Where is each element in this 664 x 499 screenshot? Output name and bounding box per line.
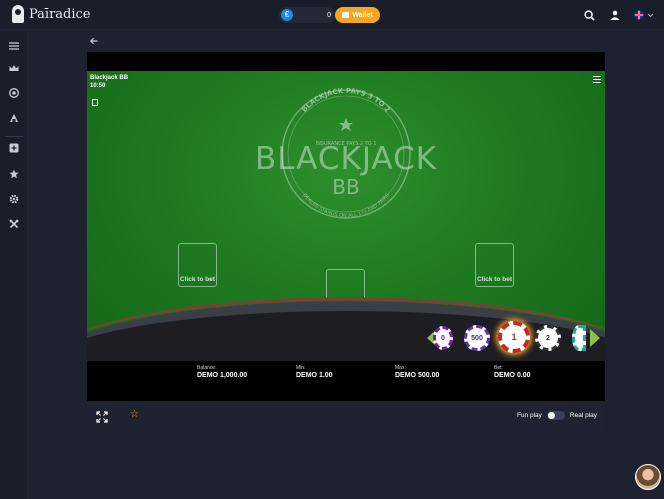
blackjack-table: Blackjack BB 10:50 BLACKJACK PAYS 3 TO 2…	[87, 71, 605, 361]
fullscreen-icon[interactable]	[96, 410, 108, 423]
wallet-button[interactable]: Wallet	[335, 7, 380, 23]
sidebar	[0, 31, 28, 499]
table-header: Blackjack BB 10:50	[90, 74, 128, 90]
bet-spot-label: Click to bet	[179, 276, 216, 283]
balance-amount: 0	[327, 11, 331, 19]
logo-mark	[12, 5, 24, 23]
sidebar-divider	[5, 136, 23, 137]
bet-spot-right[interactable]: Click to bet	[475, 243, 514, 287]
bet-info-bar: Balance: DEMO 1,000.00 Min: DEMO 1.00 Ma…	[87, 361, 605, 401]
chip-next-partial[interactable]	[572, 325, 586, 351]
chip-next-arrow-icon[interactable]	[590, 329, 600, 347]
star-icon[interactable]	[7, 167, 21, 181]
table-name: Blackjack BB	[90, 75, 129, 81]
user-icon[interactable]	[608, 8, 622, 22]
currency-coin-icon: €	[281, 9, 293, 21]
back-arrow-icon[interactable]	[88, 35, 100, 47]
gear-icon[interactable]	[7, 192, 21, 206]
game-menu-icon[interactable]	[593, 76, 601, 83]
search-icon[interactable]	[582, 8, 596, 22]
brand-name: Paīradice	[29, 6, 91, 22]
info-max: Max: DEMO 500.00	[395, 365, 440, 379]
fun-play-label: Fun play	[516, 412, 542, 419]
table-time: 10:50	[90, 83, 106, 89]
sports-icon[interactable]	[7, 111, 21, 125]
casino-chip-icon[interactable]	[7, 86, 21, 100]
bet-spot-label: Click to bet	[476, 276, 513, 283]
svg-text:BLACKJACK PAYS 3 TO 2: BLACKJACK PAYS 3 TO 2	[300, 87, 391, 114]
wallet-label: Wallet	[352, 11, 373, 19]
chip-0[interactable]: 0	[433, 326, 453, 350]
tools-icon[interactable]	[7, 217, 21, 231]
chip-selector: 0 500 1 2	[427, 321, 602, 357]
play-mode-switch[interactable]	[546, 411, 565, 420]
logo[interactable]: Paīradice	[12, 5, 91, 23]
info-bet: Bet: DEMO 0.00	[494, 365, 531, 379]
chip-500[interactable]: 500	[464, 325, 490, 351]
info-min: Min: DEMO 1.00	[296, 365, 333, 379]
game-footer: ☆ Fun play Real play	[87, 401, 605, 431]
menu-icon[interactable]	[7, 39, 21, 53]
top-bar: Paīradice € 0 Wallet	[0, 0, 664, 30]
game-frame: Blackjack BB 10:50 BLACKJACK PAYS 3 TO 2…	[87, 52, 605, 431]
balance-display[interactable]: € 0	[279, 7, 335, 23]
bet-spot-left[interactable]: Click to bet	[178, 243, 217, 287]
favorite-star-icon[interactable]: ☆	[130, 409, 139, 420]
chip-1-selected[interactable]: 1	[498, 321, 530, 353]
game-subtitle: BB	[332, 175, 360, 199]
payout-arc-text: BLACKJACK PAYS 3 TO 2	[300, 87, 391, 114]
info-balance: Balance: DEMO 1,000.00	[197, 365, 248, 379]
history-icon[interactable]	[92, 99, 98, 106]
crown-icon[interactable]	[7, 61, 21, 75]
add-box-icon[interactable]	[7, 141, 21, 155]
wallet-icon	[342, 12, 350, 18]
game-title: BLACKJACK	[254, 141, 438, 177]
language-flag-icon[interactable]	[634, 8, 654, 22]
play-mode-toggle: Fun play Real play	[517, 411, 597, 420]
chip-2[interactable]: 2	[535, 325, 561, 351]
real-play-label: Real play	[569, 412, 597, 419]
support-chat-avatar[interactable]	[635, 464, 661, 490]
